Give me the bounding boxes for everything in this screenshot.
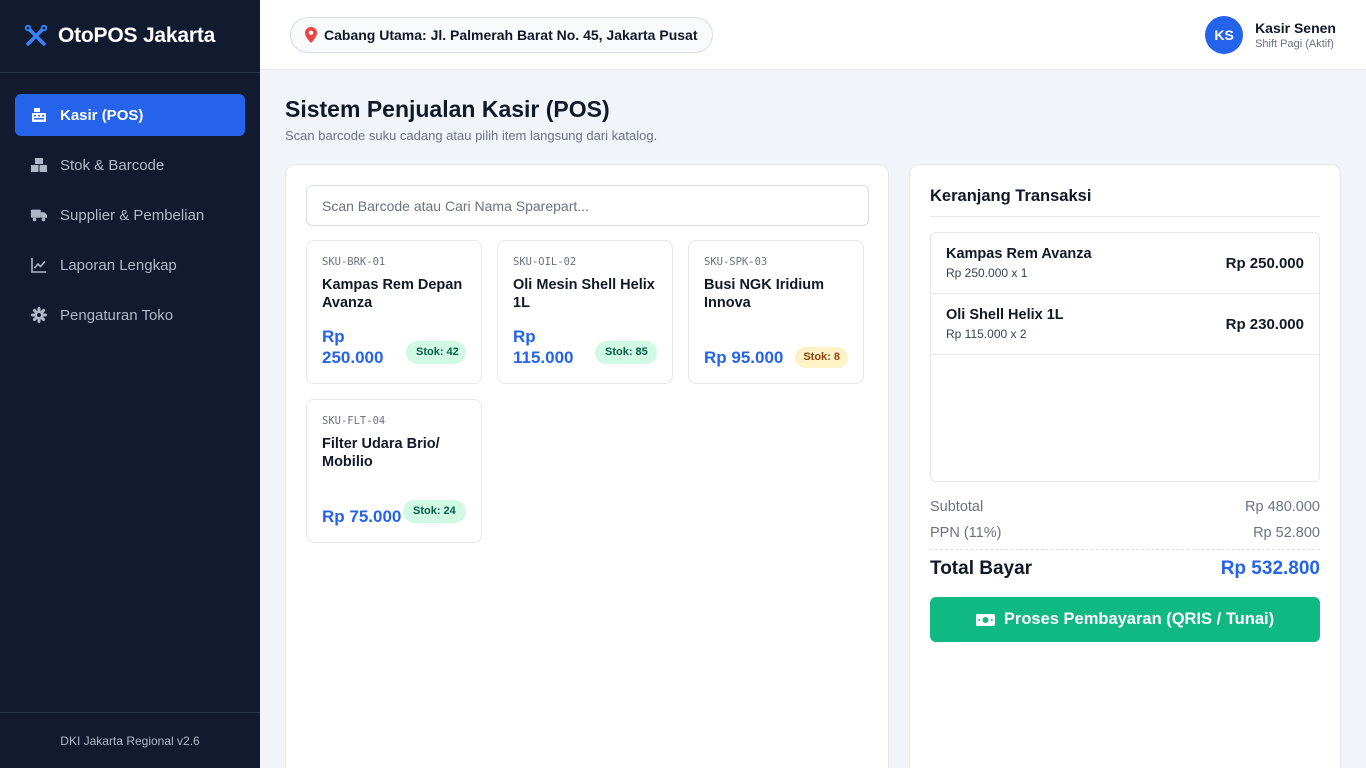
user-shift: Shift Pagi (Aktif) [1255, 37, 1334, 50]
money-bill-icon [975, 613, 995, 627]
sidebar-item-label: Supplier & Pembelian [60, 206, 205, 224]
user-name: Kasir Senen [1255, 19, 1336, 36]
version-text: DKI Jakarta Regional v2.6 [60, 733, 200, 748]
product-sku: SKU-OIL-02 [513, 256, 577, 268]
total-label: Total Bayar [930, 558, 1033, 579]
product-name: Busi NGK Iridium Innova [704, 277, 825, 311]
cart-item-total: Rp 250.000 [1225, 255, 1304, 272]
total-row: Total Bayar Rp 532.800 [930, 558, 1320, 580]
total-value: Rp 532.800 [1220, 558, 1320, 579]
tax-value: Rp 52.800 [1253, 525, 1320, 541]
page-title: Sistem Penjualan Kasir (POS) [285, 96, 610, 122]
cash-register-icon [30, 106, 48, 124]
sidebar-item-label: Kasir (POS) [60, 106, 144, 124]
product-sku: SKU-FLT-04 [322, 415, 386, 427]
stock-badge: Stok: 42 [406, 341, 466, 364]
sidebar-item-pengaturan[interactable]: Pengaturan Toko [15, 294, 245, 336]
branch-label: Cabang Utama: Jl. Palmerah Barat No. 45,… [324, 27, 698, 43]
cart-title: Keranjang Transaksi [930, 187, 1092, 205]
product-price: Rp 115.000 [513, 327, 574, 367]
product-name: Filter Udara Brio/ Mobilio [322, 436, 440, 470]
sidebar: OtoPOS Jakarta Kasir (POS) Stok & Barcod… [0, 0, 260, 768]
cart-panel: Keranjang Transaksi Kampas Rem Avanza Rp… [909, 164, 1341, 768]
map-pin-icon [305, 27, 317, 43]
sidebar-nav: Kasir (POS) Stok & Barcode Supplier & Pe… [0, 73, 260, 336]
product-price: Rp 75.000 [322, 507, 402, 526]
product-name: Oli Mesin Shell Helix 1L [513, 277, 655, 311]
cart-item[interactable]: Oli Shell Helix 1L Rp 115.000 x 2 Rp 230… [931, 294, 1319, 355]
sidebar-item-label: Laporan Lengkap [60, 256, 177, 274]
cart-list: Kampas Rem Avanza Rp 250.000 x 1 Rp 250.… [930, 232, 1320, 482]
product-card[interactable]: SKU-OIL-02 Oli Mesin Shell Helix 1L Rp 1… [497, 240, 673, 384]
product-card[interactable]: SKU-FLT-04 Filter Udara Brio/ Mobilio Rp… [306, 399, 482, 543]
subtotal-value: Rp 480.000 [1245, 499, 1320, 515]
avatar: KS [1205, 16, 1244, 54]
stock-badge: Stok: 85 [595, 341, 657, 364]
product-name: Kampas Rem Depan Avanza [322, 277, 463, 311]
product-card[interactable]: SKU-BRK-01 Kampas Rem Depan Avanza Rp 25… [306, 240, 482, 384]
subtotal-row: Subtotal Rp 480.000 [930, 499, 1320, 515]
product-price: Rp 95.000 [704, 348, 784, 367]
sidebar-item-laporan[interactable]: Laporan Lengkap [15, 244, 245, 286]
tax-label: PPN (11%) [930, 525, 1002, 541]
divider [930, 216, 1320, 217]
user-info: Kasir Senen Shift Pagi (Aktif) [1255, 20, 1336, 51]
product-card[interactable]: SKU-SPK-03 Busi NGK Iridium Innova Rp 95… [688, 240, 864, 384]
pay-button-label: Proses Pembayaran (QRIS / Tunai) [1003, 610, 1275, 628]
tools-logo-icon [23, 23, 49, 49]
product-sku: SKU-SPK-03 [704, 256, 768, 268]
gear-icon [30, 306, 48, 324]
product-catalog: SKU-BRK-01 Kampas Rem Depan Avanza Rp 25… [285, 164, 889, 768]
user-menu[interactable]: KS Kasir Senen Shift Pagi (Aktif) [1205, 16, 1336, 54]
sidebar-item-supplier[interactable]: Supplier & Pembelian [15, 194, 245, 236]
sidebar-item-stok[interactable]: Stok & Barcode [15, 144, 245, 186]
truck-icon [30, 206, 48, 224]
product-sku: SKU-BRK-01 [322, 256, 386, 268]
brand: OtoPOS Jakarta [0, 0, 260, 73]
cart-item[interactable]: Kampas Rem Avanza Rp 250.000 x 1 Rp 250.… [931, 233, 1319, 294]
sidebar-item-kasir[interactable]: Kasir (POS) [15, 94, 245, 136]
cart-item-name: Oli Shell Helix 1L [946, 307, 1064, 323]
divider [930, 549, 1320, 550]
boxes-icon [30, 156, 48, 174]
stock-badge: Stok: 24 [403, 500, 466, 523]
top-header: Cabang Utama: Jl. Palmerah Barat No. 45,… [260, 0, 1366, 70]
process-payment-button[interactable]: Proses Pembayaran (QRIS / Tunai) [930, 597, 1320, 642]
page-subtitle: Scan barcode suku cadang atau pilih item… [285, 128, 658, 143]
search-input[interactable] [306, 185, 869, 226]
sidebar-footer: DKI Jakarta Regional v2.6 [0, 712, 260, 768]
product-price: Rp 250.000 [322, 327, 384, 367]
sidebar-item-label: Pengaturan Toko [60, 306, 174, 324]
stock-badge: Stok: 8 [795, 347, 848, 368]
sidebar-item-label: Stok & Barcode [60, 156, 165, 174]
cart-item-detail: Rp 115.000 x 2 [946, 327, 1027, 341]
tax-row: PPN (11%) Rp 52.800 [930, 525, 1320, 541]
cart-item-total: Rp 230.000 [1225, 316, 1304, 333]
branch-selector[interactable]: Cabang Utama: Jl. Palmerah Barat No. 45,… [290, 17, 714, 53]
cart-item-name: Kampas Rem Avanza [946, 246, 1092, 262]
cart-item-detail: Rp 250.000 x 1 [946, 266, 1028, 280]
app-name: OtoPOS Jakarta [58, 24, 216, 47]
line-chart-icon [30, 256, 48, 274]
subtotal-label: Subtotal [930, 499, 984, 515]
